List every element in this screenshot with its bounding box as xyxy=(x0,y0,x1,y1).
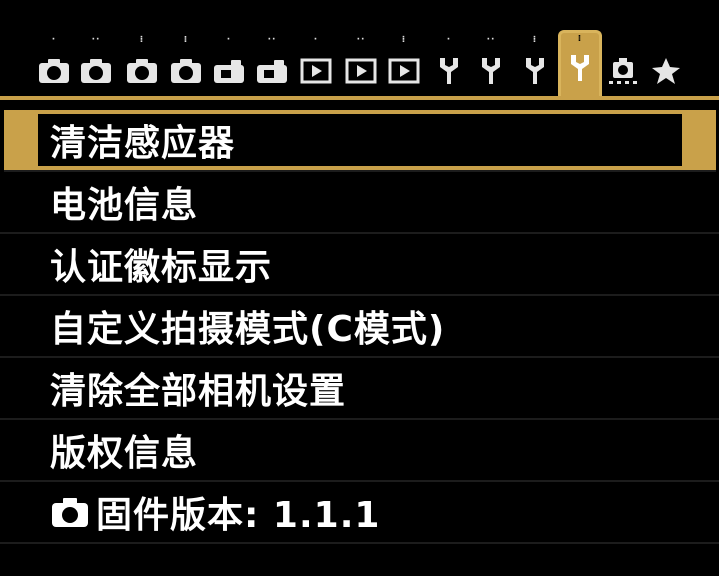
tab-index-dots: ⁝ xyxy=(532,35,538,45)
menu-item-battery-info[interactable]: 电池信息 xyxy=(0,172,719,234)
tab-index-dots: ·· xyxy=(356,35,366,45)
wrench-icon xyxy=(433,56,465,86)
movie-camera-icon xyxy=(256,56,288,86)
tab-index-dots: ⁝ xyxy=(401,35,407,45)
tab-movie-2[interactable]: ·· xyxy=(251,36,293,94)
tab-bar-underline xyxy=(0,96,719,100)
wrench-icon xyxy=(564,53,596,83)
tab-index-dots: · xyxy=(226,35,232,45)
tab-index-dots: ·· xyxy=(91,35,101,45)
tab-movie-1[interactable]: · xyxy=(208,36,250,94)
menu-item-copyright-info[interactable]: 版权信息 xyxy=(0,420,719,482)
tab-my-menu[interactable] xyxy=(645,36,687,94)
tab-shooting-3[interactable]: ⁝ xyxy=(121,36,163,94)
tab-setup-1[interactable]: · xyxy=(428,36,470,94)
camera-icon xyxy=(38,56,70,86)
menu-item-certification-logo[interactable]: 认证徽标显示 xyxy=(0,234,719,296)
tab-index-dots xyxy=(645,36,687,50)
wrench-icon xyxy=(475,56,507,86)
playback-icon xyxy=(300,56,332,86)
tab-setup-3[interactable]: ⁝ xyxy=(514,36,556,94)
tab-playback-2[interactable]: ·· xyxy=(340,36,382,94)
settings-menu-list: 清洁感应器 电池信息 认证徽标显示 自定义拍摄模式(C模式) 清除全部相机设置 … xyxy=(0,104,719,544)
star-icon xyxy=(650,56,682,86)
tab-playback-3[interactable]: ⁝ xyxy=(383,36,425,94)
custom-function-icon xyxy=(607,56,639,86)
tab-index-dots: ·· xyxy=(486,35,496,45)
playback-icon xyxy=(388,56,420,86)
playback-icon xyxy=(345,56,377,86)
menu-item-label: 清洁感应器 xyxy=(50,123,236,164)
tab-custom-functions[interactable] xyxy=(602,36,644,94)
menu-item-label: 清除全部相机设置 xyxy=(50,371,347,412)
tab-setup-2[interactable]: ·· xyxy=(470,36,512,94)
tab-index-dots: ·· xyxy=(267,35,277,45)
tab-index-dots: ⁞ xyxy=(183,35,189,45)
tab-index-dots: ⁞ xyxy=(577,34,583,44)
tab-index-dots xyxy=(602,36,644,50)
camera-icon xyxy=(170,56,202,86)
tab-setup-4[interactable]: ⁞ xyxy=(558,30,602,99)
tab-index-dots: ⁝ xyxy=(139,35,145,45)
tab-shooting-4[interactable]: ⁞ xyxy=(165,36,207,94)
tab-shooting-1[interactable]: · xyxy=(33,36,75,94)
tab-playback-1[interactable]: · xyxy=(295,36,337,94)
tab-shooting-2[interactable]: ·· xyxy=(75,36,117,94)
menu-item-label: 电池信息 xyxy=(50,185,199,226)
menu-item-label: 认证徽标显示 xyxy=(50,247,273,288)
menu-tab-bar: · ·· ⁝ ⁞ · ·· · ·· ⁝ · ·· ⁝ ⁞ xyxy=(0,0,719,100)
menu-item-clean-sensor[interactable]: 清洁感应器 xyxy=(4,110,716,172)
camera-icon xyxy=(80,56,112,86)
wrench-icon xyxy=(519,56,551,86)
menu-item-custom-shooting-mode[interactable]: 自定义拍摄模式(C模式) xyxy=(0,296,719,358)
camera-icon xyxy=(50,496,90,528)
menu-item-label: 自定义拍摄模式(C模式) xyxy=(50,309,446,350)
tab-index-dots: · xyxy=(51,35,57,45)
menu-item-firmware-version[interactable]: 固件版本: 1.1.1 xyxy=(0,482,719,544)
tab-index-dots: · xyxy=(313,35,319,45)
menu-item-label: 固件版本: 1.1.1 xyxy=(96,495,381,536)
menu-item-clear-all-settings[interactable]: 清除全部相机设置 xyxy=(0,358,719,420)
camera-icon xyxy=(126,56,158,86)
movie-camera-icon xyxy=(213,56,245,86)
menu-item-label: 版权信息 xyxy=(50,433,199,474)
tab-index-dots: · xyxy=(446,35,452,45)
